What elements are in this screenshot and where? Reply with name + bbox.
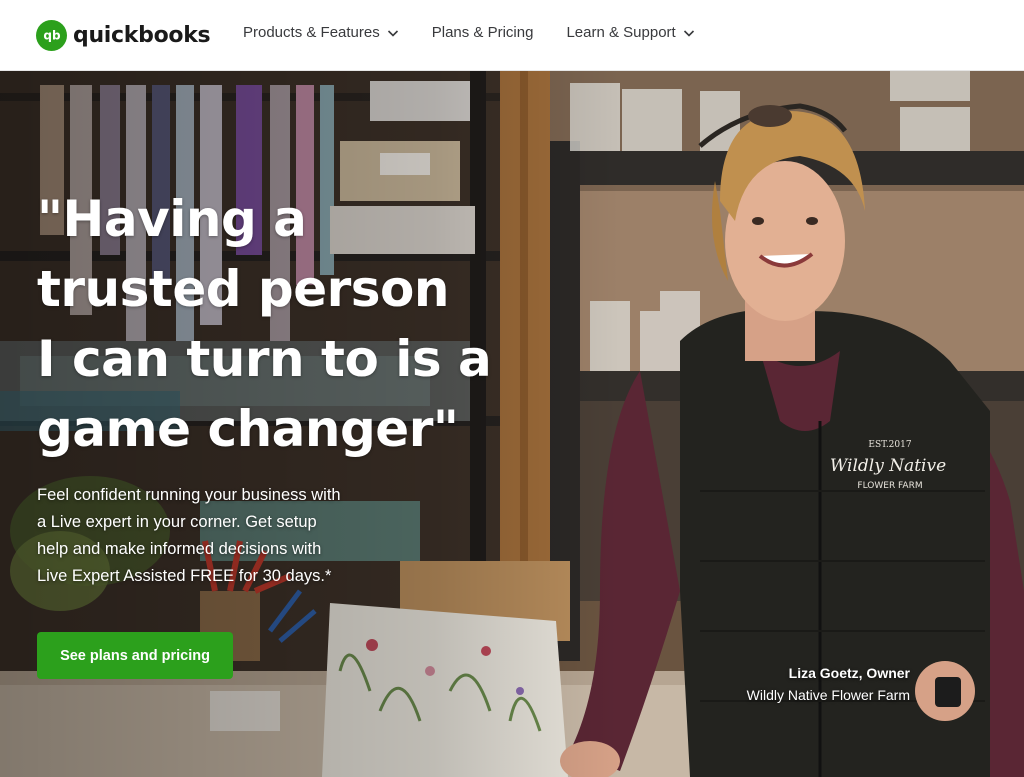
subtext-line: help and make informed decisions with [37, 540, 322, 558]
chevron-down-icon [387, 29, 398, 37]
nav-learn-support-label: Learn & Support [566, 24, 676, 41]
subtext-line: a Live expert in your corner. Get setup [37, 513, 317, 531]
headline-line: I can turn to is a [37, 330, 492, 388]
svg-text:Wildly Native: Wildly Native [830, 456, 946, 476]
svg-text:qb: qb [43, 29, 61, 43]
testimonial-caption: Liza Goetz, Owner Wildly Native Flower F… [747, 665, 910, 703]
qb-glyph: qb [43, 29, 61, 43]
headline-line: "Having a [37, 190, 307, 248]
qb-logo-icon: qb [36, 19, 67, 51]
hero-subtext: Feel confident running your business wit… [37, 482, 417, 590]
nav-products-features[interactable]: Products & Features [243, 24, 399, 41]
svg-text:FLOWER FARM: FLOWER FARM [857, 481, 922, 491]
main-nav: Products & Features Plans & Pricing Lear… [243, 24, 728, 41]
subtext-line: Live Expert Assisted FREE for 30 days.* [37, 567, 332, 585]
caption-company: Wildly Native Flower Farm [746, 687, 910, 703]
headline-line: trusted person [37, 260, 450, 318]
caption-name: Liza Goetz, Owner [788, 665, 910, 681]
quickbooks-logo[interactable]: qb quickbooks [36, 18, 211, 52]
nav-learn-support[interactable]: Learn & Support [566, 24, 694, 41]
hero-section: EST.2017 Wildly Native FLOWER FARM "Havi… [0, 71, 1024, 777]
site-header: qb quickbooks Products & Features Plans … [0, 0, 1024, 71]
see-plans-pricing-button[interactable]: See plans and pricing [37, 632, 233, 679]
nav-plans-pricing-label: Plans & Pricing [431, 24, 534, 41]
subtext-line: Feel confident running your business wit… [37, 486, 341, 504]
logo-wordmark: quickbooks [73, 22, 211, 48]
chevron-down-icon [683, 29, 694, 37]
hero-headline: "Having a trusted person I can turn to i… [37, 184, 557, 464]
nav-plans-pricing[interactable]: Plans & Pricing [432, 24, 534, 41]
headline-line: game changer" [37, 400, 459, 458]
svg-text:EST.2017: EST.2017 [868, 440, 911, 450]
nav-products-features-label: Products & Features [243, 24, 380, 41]
